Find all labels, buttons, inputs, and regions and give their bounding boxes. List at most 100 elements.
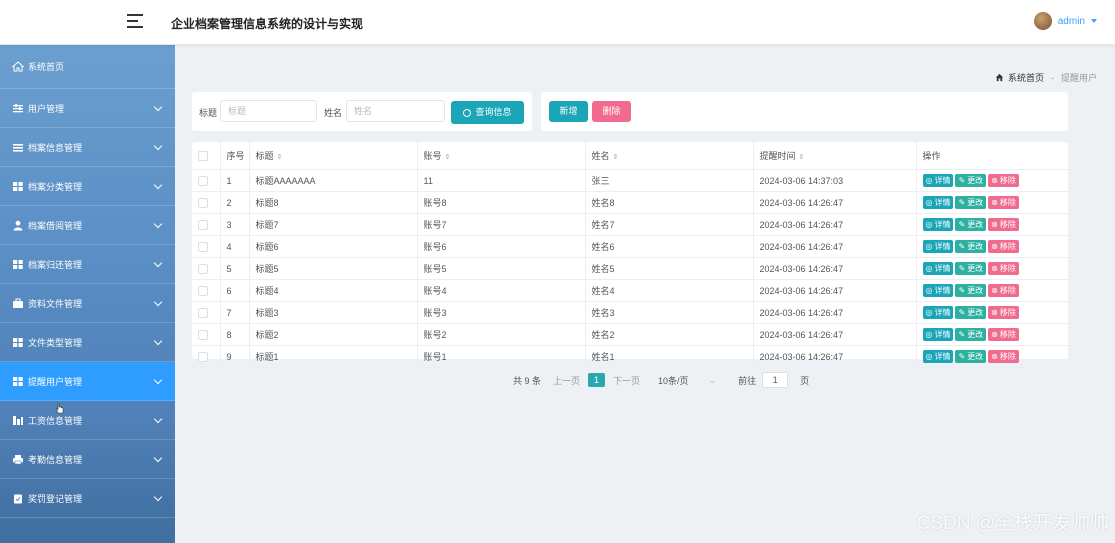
next-page-button[interactable]: 下一页 bbox=[613, 374, 640, 387]
column-header-title[interactable]: 标题 ⇕ bbox=[249, 142, 418, 170]
cell-title: 标题6 bbox=[249, 235, 418, 258]
edit-button[interactable]: ✎ 更改 bbox=[955, 174, 987, 187]
row-checkbox[interactable] bbox=[198, 351, 208, 362]
remove-button[interactable]: ⊗ 移除 bbox=[988, 174, 1019, 187]
pagination-total: 共 9 条 bbox=[513, 375, 542, 386]
edit-button[interactable]: ✎ 更改 bbox=[955, 240, 987, 253]
search-icon: ◎ bbox=[925, 220, 933, 229]
cell-account: 账号8 bbox=[417, 191, 586, 214]
briefcase-icon bbox=[12, 298, 24, 309]
remove-button[interactable]: ⊗ 移除 bbox=[988, 350, 1019, 363]
cell-account: 账号3 bbox=[417, 301, 586, 324]
row-checkbox[interactable] bbox=[198, 219, 208, 230]
cell-title: 标题2 bbox=[249, 323, 418, 346]
sidebar-item-home[interactable]: 系统首页 bbox=[0, 44, 175, 89]
edit-button[interactable]: ✎ 更改 bbox=[955, 218, 987, 231]
column-header-time[interactable]: 提醒时间 ⇕ bbox=[753, 142, 917, 170]
page-number-1[interactable]: 1 bbox=[588, 373, 606, 387]
row-checkbox[interactable] bbox=[198, 241, 208, 252]
detail-button[interactable]: ◎ 详情 bbox=[922, 262, 954, 275]
edit-button[interactable]: ✎ 更改 bbox=[955, 284, 987, 297]
detail-button[interactable]: ◎ 详情 bbox=[922, 284, 954, 297]
sidebar-item-archive-borrow[interactable]: 档案借阅管理 bbox=[0, 206, 175, 245]
pencil-icon: ✎ bbox=[958, 198, 966, 207]
sidebar-item-archive-return[interactable]: 档案归还管理 bbox=[0, 245, 175, 284]
cell-time: 2024-03-06 14:26:47 bbox=[753, 323, 917, 346]
sort-icon[interactable]: ⇕ bbox=[799, 153, 805, 161]
row-checkbox[interactable] bbox=[198, 307, 208, 318]
row-checkbox[interactable] bbox=[198, 263, 208, 274]
search-icon: ◎ bbox=[925, 352, 933, 361]
column-header-account[interactable]: 账号 ⇕ bbox=[417, 142, 586, 170]
remove-button[interactable]: ⊗ 移除 bbox=[988, 218, 1019, 231]
row-checkbox[interactable] bbox=[198, 175, 208, 186]
cell-account: 11 bbox=[417, 169, 586, 192]
delete-button[interactable]: 删除 bbox=[592, 101, 631, 122]
row-checkbox[interactable] bbox=[198, 285, 208, 296]
cell-actions: ◎ 详情 ✎ 更改 ⊗ 移除 bbox=[916, 169, 1068, 192]
row-checkbox[interactable] bbox=[198, 329, 208, 340]
remove-button[interactable]: ⊗ 移除 bbox=[988, 196, 1019, 209]
clipboard-icon bbox=[12, 493, 24, 504]
row-actions: ◎ 详情 ✎ 更改 ⊗ 移除 bbox=[922, 240, 1069, 253]
detail-button[interactable]: ◎ 详情 bbox=[922, 218, 954, 231]
edit-button[interactable]: ✎ 更改 bbox=[955, 350, 987, 363]
breadcrumb-home[interactable]: 系统首页 bbox=[1008, 71, 1044, 84]
search-icon: ◎ bbox=[925, 242, 933, 251]
edit-button[interactable]: ✎ 更改 bbox=[955, 306, 987, 319]
sort-icon[interactable]: ⇕ bbox=[445, 153, 451, 161]
remove-button[interactable]: ⊗ 移除 bbox=[988, 328, 1019, 341]
remove-button[interactable]: ⊗ 移除 bbox=[988, 240, 1019, 253]
detail-button[interactable]: ◎ 详情 bbox=[922, 350, 954, 363]
pencil-icon: ✎ bbox=[958, 308, 966, 317]
detail-button[interactable]: ◎ 详情 bbox=[922, 328, 954, 341]
cell-actions: ◎ 详情 ✎ 更改 ⊗ 移除 bbox=[916, 213, 1068, 236]
user-name: admin bbox=[1057, 15, 1085, 27]
search-icon: ◎ bbox=[925, 308, 933, 317]
caret-down-icon bbox=[1091, 19, 1097, 23]
row-actions: ◎ 详情 ✎ 更改 ⊗ 移除 bbox=[922, 328, 1069, 341]
sidebar-item-file-type[interactable]: 文件类型管理 bbox=[0, 323, 175, 362]
add-button[interactable]: 新增 bbox=[549, 101, 588, 122]
detail-button[interactable]: ◎ 详情 bbox=[922, 174, 954, 187]
close-circle-icon: ⊗ bbox=[991, 352, 998, 361]
sidebar-item-label: 资料文件管理 bbox=[28, 298, 83, 309]
column-header-name[interactable]: 姓名 ⇕ bbox=[585, 142, 754, 170]
page-size-select[interactable]: 10条/页 bbox=[658, 374, 701, 387]
detail-button[interactable]: ◎ 详情 bbox=[922, 196, 954, 209]
remove-button[interactable]: ⊗ 移除 bbox=[988, 306, 1019, 319]
chevron-down-icon[interactable]: ⌄ bbox=[709, 375, 717, 386]
prev-page-button[interactable]: 上一页 bbox=[553, 374, 580, 387]
row-actions: ◎ 详情 ✎ 更改 ⊗ 移除 bbox=[922, 262, 1069, 275]
edit-button[interactable]: ✎ 更改 bbox=[955, 262, 987, 275]
sidebar-item-salary[interactable]: 工资信息管理 bbox=[0, 401, 175, 440]
sidebar-item-users[interactable]: 用户管理 bbox=[0, 89, 175, 128]
home-icon bbox=[12, 60, 24, 72]
user-menu[interactable]: admin bbox=[1033, 12, 1097, 30]
sidebar-item-attendance[interactable]: 考勤信息管理 bbox=[0, 440, 175, 479]
edit-button[interactable]: ✎ 更改 bbox=[955, 196, 987, 209]
edit-button[interactable]: ✎ 更改 bbox=[955, 328, 987, 341]
sidebar-item-reward-punish[interactable]: 奖罚登记管理 bbox=[0, 479, 175, 518]
sidebar-item-documents[interactable]: 资料文件管理 bbox=[0, 284, 175, 323]
menu-toggle-icon[interactable] bbox=[127, 14, 143, 28]
cell-name: 姓名3 bbox=[585, 301, 754, 324]
detail-button[interactable]: ◎ 详情 bbox=[922, 306, 954, 319]
sidebar-item-archive-category[interactable]: 档案分类管理 bbox=[0, 167, 175, 206]
pencil-icon: ✎ bbox=[958, 220, 966, 229]
detail-button[interactable]: ◎ 详情 bbox=[922, 240, 954, 253]
sort-icon[interactable]: ⇕ bbox=[277, 153, 283, 161]
title-search-input[interactable]: 标题 bbox=[220, 100, 317, 122]
row-checkbox[interactable] bbox=[198, 197, 208, 208]
query-button[interactable]: 查询信息 bbox=[451, 101, 524, 124]
name-search-input[interactable]: 姓名 bbox=[346, 100, 445, 122]
sort-icon[interactable]: ⇕ bbox=[613, 153, 619, 161]
close-circle-icon: ⊗ bbox=[991, 220, 998, 229]
goto-page-input[interactable]: 1 bbox=[762, 372, 789, 388]
sidebar-item-reminder-users[interactable]: 提醒用户管理 bbox=[0, 362, 175, 401]
select-all-checkbox[interactable] bbox=[198, 150, 208, 161]
remove-button[interactable]: ⊗ 移除 bbox=[988, 262, 1019, 275]
remove-button[interactable]: ⊗ 移除 bbox=[988, 284, 1019, 297]
chevron-down-icon bbox=[153, 219, 163, 229]
sidebar-item-archive-info[interactable]: 档案信息管理 bbox=[0, 128, 175, 167]
